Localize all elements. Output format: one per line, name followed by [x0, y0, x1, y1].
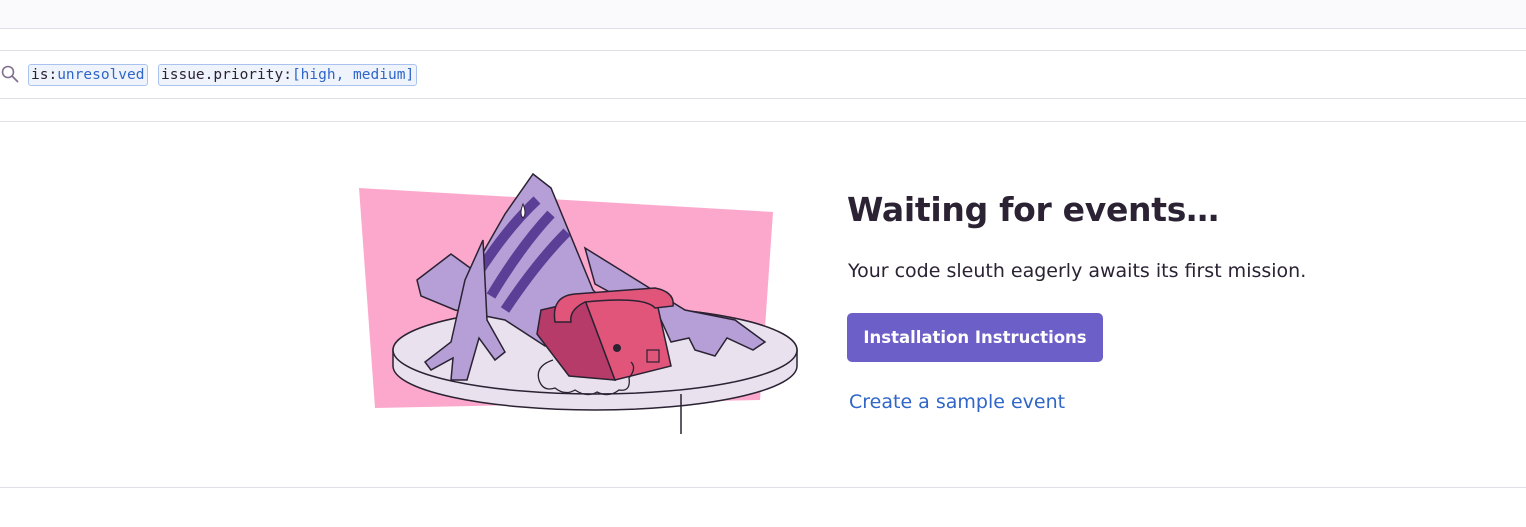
top-toolbar-strip [0, 0, 1526, 29]
empty-state-title: Waiting for events… [847, 190, 1219, 229]
search-token-key: is: [31, 67, 58, 83]
waiting-sleuth-illustration [359, 172, 798, 434]
search-token-priority[interactable]: issue.priority:[high, medium] [158, 64, 418, 86]
search-token-is[interactable]: is:unresolved [28, 64, 148, 86]
create-sample-event-link[interactable]: Create a sample event [849, 391, 1065, 413]
section-divider [0, 121, 1526, 122]
section-divider [0, 487, 1526, 488]
installation-instructions-button[interactable]: Installation Instructions [847, 313, 1103, 362]
search-icon [1, 65, 19, 83]
search-token-value: unresolved [57, 67, 145, 83]
search-token-value: [high, medium] [291, 67, 415, 83]
issue-search-bar[interactable]: is:unresolved issue.priority:[high, medi… [0, 50, 1526, 99]
empty-state-description: Your code sleuth eagerly awaits its firs… [848, 260, 1307, 282]
search-token-key: issue.priority: [161, 67, 292, 83]
